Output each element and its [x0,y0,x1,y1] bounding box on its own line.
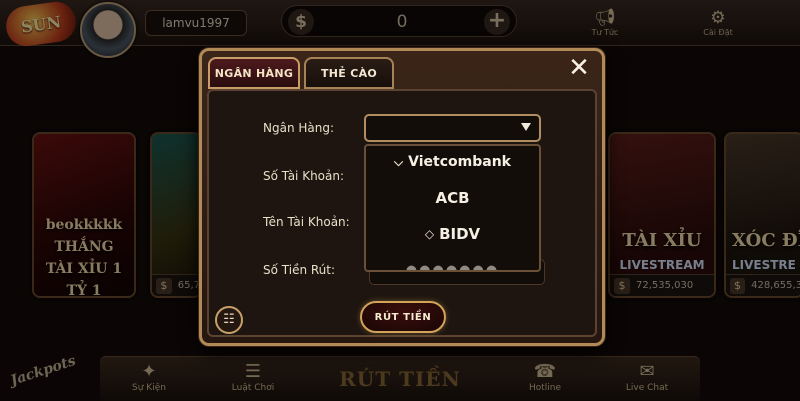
vietcombank-logo-icon: ⌵ [394,154,404,169]
bank-name: ACB [435,189,470,207]
account-number-label: Số Tài Khoản: [263,169,345,183]
withdraw-form: Ngân Hàng: Số Tài Khoản: Tên Tài Khoản: … [207,89,597,337]
chevron-down-icon [521,123,531,131]
amount-label: Số Tiền Rút: [263,263,336,277]
tab-card[interactable]: THẺ CÀO [304,57,394,89]
tab-bank[interactable]: NGÂN HÀNG [208,57,300,89]
bank-dropdown-list: ⌵ Vietcombank ACB ◇ BIDV ●●●●●●● [364,144,541,272]
bank-option-bidv[interactable]: ◇ BIDV [366,218,539,250]
bank-name: BIDV [439,225,481,243]
close-icon: ✕ [568,53,590,83]
withdraw-modal: NGÂN HÀNG THẺ CÀO ✕ Ngân Hàng: Số Tài Kh… [199,48,605,346]
history-icon: ☷ [223,312,235,327]
bank-option-partial[interactable]: ●●●●●●● [366,254,539,272]
bank-option-vietcombank[interactable]: ⌵ Vietcombank [366,146,539,178]
bank-label: Ngân Hàng: [263,121,335,135]
bank-select[interactable] [364,114,541,142]
withdraw-submit-button[interactable]: RÚT TIỀN [360,301,446,333]
bank-option-acb[interactable]: ACB [366,182,539,214]
bank-name-partial: ●●●●●●● [405,262,500,272]
bidv-logo-icon: ◇ [424,227,435,241]
close-button[interactable]: ✕ [562,53,596,83]
account-name-label: Tên Tài Khoản: [263,215,350,229]
bank-name: Vietcombank [408,154,511,170]
history-button[interactable]: ☷ [215,306,243,334]
